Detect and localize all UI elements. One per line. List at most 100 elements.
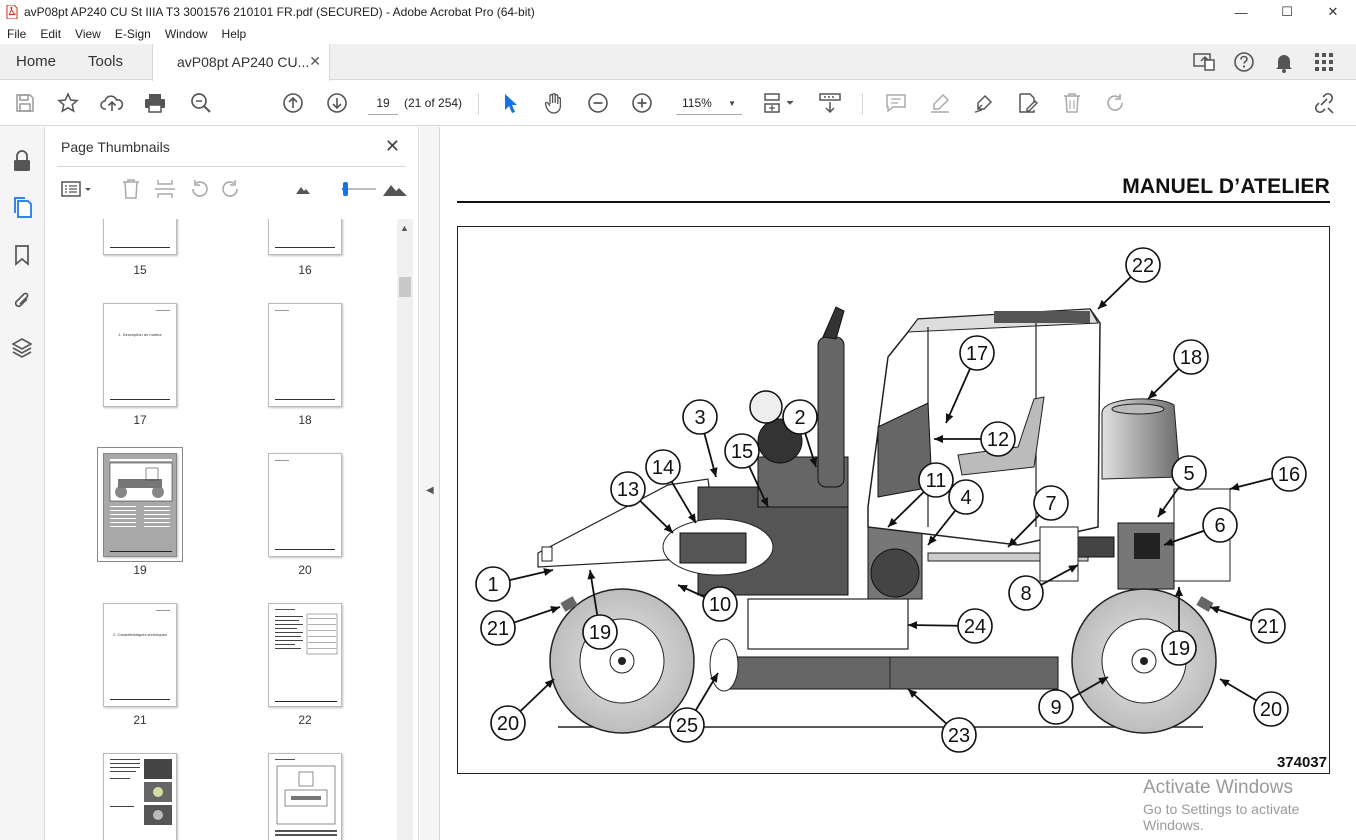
tab-close-icon[interactable]: ✕ [309, 53, 321, 70]
save-icon[interactable] [13, 91, 37, 115]
page-thumbnail[interactable] [268, 453, 342, 557]
tab-document[interactable]: avP08pt AP240 CU... ✕ [152, 44, 330, 81]
page-thumbnail[interactable] [268, 219, 342, 255]
edit-pdf-icon[interactable] [1016, 91, 1040, 115]
zoom-search-icon[interactable] [189, 91, 213, 115]
callout-number: 4 [960, 487, 971, 509]
extract-pages-icon[interactable] [153, 177, 177, 201]
page-thumbnail[interactable] [268, 303, 342, 407]
thumbnail-page-label: 15 [133, 263, 147, 277]
menu-view[interactable]: View [68, 27, 108, 41]
hand-tool-icon[interactable] [542, 91, 566, 115]
callout-number: 20 [1260, 699, 1282, 721]
comment-icon[interactable] [884, 91, 908, 115]
highlight-pen-icon[interactable] [928, 91, 952, 115]
document-view[interactable]: MANUEL D’ATELIER 1 2 3 4 5 6 7 8 9 10 11… [441, 127, 1356, 840]
redo-icon[interactable] [1104, 91, 1128, 115]
callout-number: 5 [1183, 463, 1194, 485]
zoom-out-icon[interactable] [586, 91, 610, 115]
link-share-icon[interactable] [1312, 91, 1336, 115]
page-thumbnail[interactable] [103, 219, 177, 255]
help-icon[interactable] [1232, 50, 1256, 74]
apps-grid-icon[interactable] [1312, 50, 1336, 74]
bookmarks-icon[interactable] [10, 243, 34, 267]
callout-number: 21 [1257, 616, 1279, 638]
tab-home[interactable]: Home [16, 53, 56, 70]
attachments-paperclip-icon[interactable] [10, 289, 34, 313]
page-thumbnail[interactable]: 2. Caractéristiques techniques [103, 603, 177, 707]
panel-splitter[interactable]: ◀ [420, 127, 440, 840]
toolbar-separator [862, 93, 863, 115]
left-rail [0, 127, 45, 840]
thumbnail-options-icon[interactable] [61, 177, 93, 201]
document-header: MANUEL D’ATELIER [1122, 175, 1330, 198]
zoom-in-icon[interactable] [630, 91, 654, 115]
callout-number: 25 [676, 715, 698, 737]
rotate-right-icon[interactable] [219, 177, 243, 201]
main-toolbar: 19 (21 of 254) 115% ▼ [0, 81, 1356, 126]
thumbnail-page-label: 21 [133, 713, 147, 727]
maximize-button[interactable]: ☐ [1264, 0, 1310, 24]
minimize-button[interactable]: — [1218, 0, 1264, 24]
upload-cloud-icon[interactable] [100, 91, 124, 115]
machine-diagram-figure: 1 2 3 4 5 6 7 8 9 10 11 12 13 14 15 16 17 18 19 19 20 20 21 21 2… [457, 226, 1330, 774]
callout-number: 20 [497, 713, 519, 735]
callout-number: 14 [652, 457, 674, 479]
zoom-level-select[interactable]: 115% ▼ [676, 91, 742, 115]
page-thumbnail[interactable] [268, 753, 342, 840]
callout-number: 12 [987, 429, 1009, 451]
panel-divider [57, 166, 406, 167]
print-icon[interactable] [143, 91, 167, 115]
chevron-down-icon: ▼ [728, 99, 736, 108]
select-cursor-icon[interactable] [498, 91, 522, 115]
thumbnail-small-icon[interactable] [291, 177, 315, 201]
share-screen-icon[interactable] [1192, 50, 1216, 74]
delete-trash-icon[interactable] [1060, 91, 1084, 115]
collapse-panel-arrow-icon[interactable]: ◀ [426, 485, 434, 496]
layers-icon[interactable] [10, 335, 34, 359]
callout-number: 2 [794, 407, 805, 429]
page-thumbnail[interactable] [268, 603, 342, 707]
notifications-bell-icon[interactable] [1272, 50, 1296, 74]
thumbnail-large-icon[interactable] [381, 177, 409, 201]
menu-file[interactable]: File [0, 27, 33, 41]
menu-bar: File Edit View E-Sign Window Help [0, 24, 1356, 44]
callout-number: 17 [966, 343, 988, 365]
page-thumbnail[interactable]: 1. Description du moteur [103, 303, 177, 407]
page-thumbnails-icon[interactable] [10, 195, 34, 219]
tab-tools[interactable]: Tools [88, 53, 123, 70]
tab-bar: Home Tools avP08pt AP240 CU... ✕ [0, 44, 1356, 81]
scroll-mode-icon[interactable] [818, 91, 842, 115]
delete-pages-icon[interactable] [119, 177, 143, 201]
close-panel-icon[interactable]: ✕ [385, 136, 400, 157]
rotate-left-icon[interactable] [187, 177, 211, 201]
lock-icon[interactable] [10, 149, 34, 173]
close-window-button[interactable]: ✕ [1310, 0, 1356, 24]
toolbar-separator [478, 93, 479, 115]
next-page-icon[interactable] [325, 91, 349, 115]
menu-help[interactable]: Help [215, 27, 254, 41]
thumbnail-size-slider-handle[interactable] [343, 182, 348, 196]
zoom-level-value: 115% [682, 95, 712, 110]
callout-arrowhead [550, 606, 560, 614]
thumbnail-preview-image [109, 459, 173, 552]
page-number-input[interactable]: 19 [368, 91, 398, 115]
page-thumbnail[interactable] [103, 753, 177, 840]
tab-document-label: avP08pt AP240 CU... [177, 54, 310, 70]
thumbnail-scrollbar[interactable]: ▲ [397, 219, 413, 840]
callout-number: 6 [1214, 515, 1225, 537]
scroll-up-arrow-icon[interactable]: ▲ [400, 223, 409, 233]
previous-page-icon[interactable] [281, 91, 305, 115]
page-thumbnail-current[interactable] [103, 453, 177, 557]
page-fit-icon[interactable] [762, 91, 798, 115]
menu-edit[interactable]: Edit [33, 27, 68, 41]
scrollbar-thumb[interactable] [399, 277, 411, 297]
sign-pen-icon[interactable] [972, 91, 996, 115]
callout-number: 15 [731, 441, 753, 463]
thumbnail-page-label: 20 [298, 563, 312, 577]
menu-esign[interactable]: E-Sign [108, 27, 158, 41]
star-bookmark-icon[interactable] [56, 91, 80, 115]
callout-number: 9 [1050, 697, 1061, 719]
menu-window[interactable]: Window [158, 27, 215, 41]
callout-arrowhead [1210, 606, 1220, 614]
